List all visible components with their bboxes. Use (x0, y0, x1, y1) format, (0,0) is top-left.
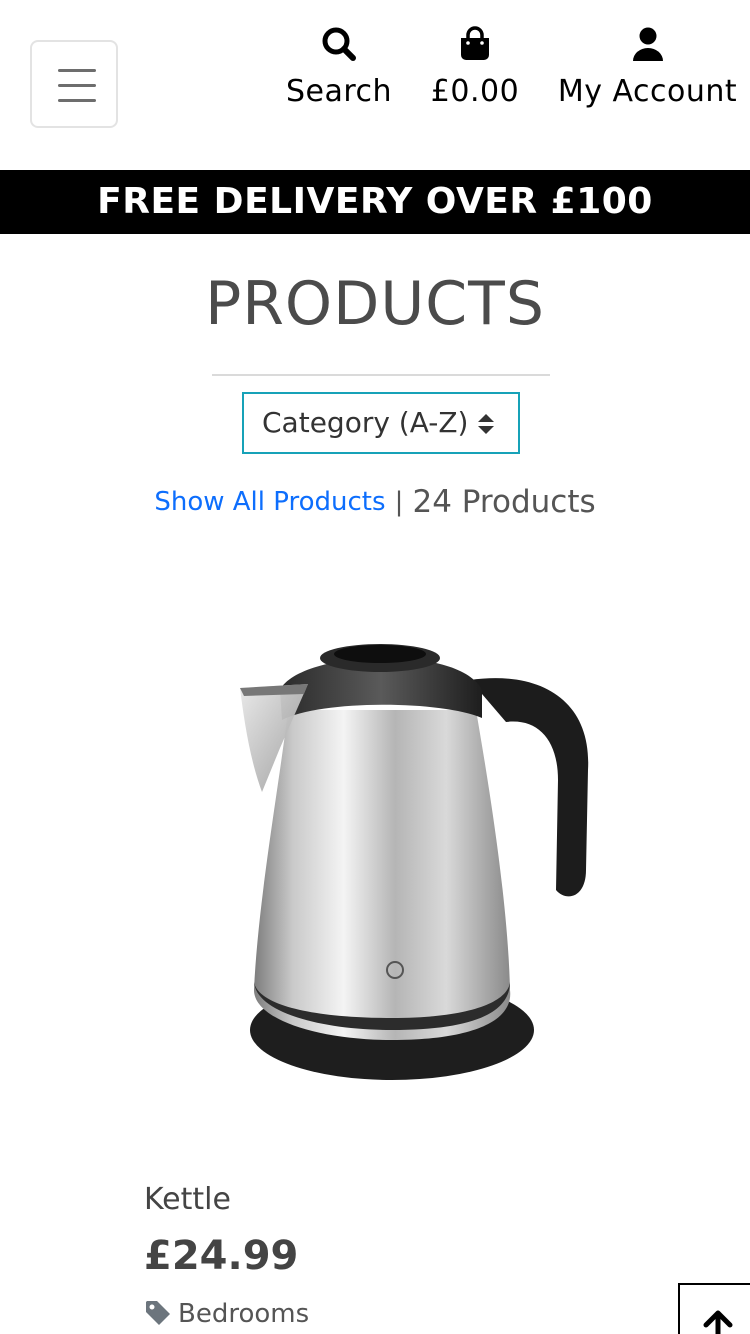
back-to-top-button[interactable] (678, 1283, 750, 1334)
product-price: £24.99 (144, 1233, 299, 1279)
hamburger-menu-icon-bar (58, 99, 96, 102)
page-title: PRODUCTS (205, 269, 545, 339)
arrow-up-icon (703, 1310, 733, 1334)
product-count: 24 Products (412, 484, 596, 520)
count-separator: | (394, 487, 404, 517)
page: Search £0.00 My Account FREE DELIVERY OV… (0, 0, 750, 1334)
search-nav-link[interactable]: Search (270, 24, 408, 114)
my-account-label: My Account (557, 74, 738, 109)
my-account-nav-link[interactable]: My Account (545, 24, 750, 114)
sort-select[interactable]: Category (A-Z) (242, 392, 520, 454)
product-category-label: Bedrooms (178, 1299, 310, 1329)
site-header: Search £0.00 My Account (0, 0, 750, 170)
product-count-line: Show All Products | 24 Products (0, 484, 750, 520)
free-delivery-banner: FREE DELIVERY OVER £100 (0, 170, 750, 234)
search-label: Search (285, 74, 393, 109)
shopping-bag-nav-link[interactable]: £0.00 (420, 24, 530, 114)
bag-total-label: £0.00 (430, 74, 520, 109)
hamburger-menu-icon-bar (58, 84, 96, 87)
product-name[interactable]: Kettle (144, 1180, 231, 1220)
sort-caret-icon (478, 414, 494, 434)
tag-icon (146, 1301, 170, 1325)
title-divider (212, 374, 550, 376)
product-image-kettle[interactable] (220, 630, 600, 1090)
product-category-link[interactable]: Bedrooms (144, 1294, 309, 1334)
sort-select-value: Category (A-Z) (262, 406, 469, 439)
menu-toggle-button[interactable] (30, 40, 118, 128)
user-icon (632, 27, 663, 61)
search-icon (322, 27, 356, 61)
show-all-products-link[interactable]: Show All Products (154, 487, 385, 517)
shopping-bag-icon (461, 26, 489, 60)
hamburger-menu-icon (58, 69, 96, 72)
